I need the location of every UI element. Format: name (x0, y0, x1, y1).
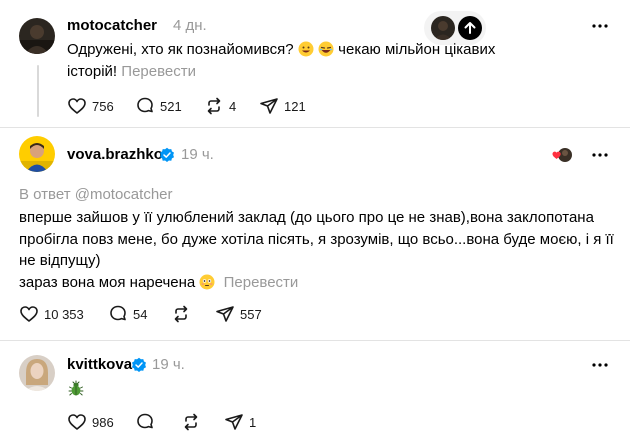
repost-button[interactable] (181, 411, 206, 433)
laughing-emoji-icon (318, 41, 334, 57)
more-dots-icon (592, 24, 608, 28)
like-button[interactable]: 756 (67, 95, 114, 117)
arrow-up-icon (464, 22, 476, 34)
avatar-kvittkova[interactable] (19, 355, 55, 391)
post-time[interactable]: 4 дн. (173, 17, 207, 34)
more-button[interactable] (590, 16, 610, 36)
repost-button[interactable]: 4 (204, 95, 236, 117)
more-button[interactable] (590, 355, 610, 375)
heart-outline-icon (68, 414, 86, 430)
avatar-vova-brazhko[interactable] (19, 136, 55, 172)
more-dots-icon (592, 153, 608, 157)
repost-arrows-icon (207, 97, 221, 115)
share-count: 121 (284, 98, 306, 114)
divider (0, 340, 630, 341)
repost-arrows-icon (174, 305, 188, 323)
reply-count: 521 (160, 98, 182, 114)
comment-bubble-icon (110, 305, 126, 321)
heart-outline-icon (68, 98, 86, 114)
like-count: 10 353 (44, 306, 84, 322)
post-time[interactable]: 19 ч. (181, 146, 214, 163)
flushed-emoji-icon (199, 274, 215, 290)
floating-avatar-thumb[interactable] (431, 16, 455, 40)
share-count: 557 (240, 306, 262, 322)
repost-count: 4 (229, 98, 237, 114)
send-paper-plane-icon (260, 98, 278, 114)
share-button[interactable]: 557 (215, 303, 262, 325)
reply-button[interactable]: 54 (108, 303, 147, 325)
post-text: Одружені, хто як познайомився? чекаю міл… (67, 39, 587, 82)
more-dots-icon (592, 363, 608, 367)
reply-count: 54 (133, 306, 148, 322)
post-text-line: зараз вона моя наречена (19, 273, 196, 291)
reply-button[interactable]: 521 (135, 95, 182, 117)
scroll-top-button[interactable] (458, 16, 482, 40)
like-count: 756 (92, 98, 114, 114)
share-button[interactable]: 121 (259, 95, 306, 117)
post-text-line: пробігла повз мене, бо дуже хотіла пісят… (19, 230, 614, 248)
translate-link[interactable]: Перевести (121, 63, 196, 80)
post-text: вперше зайшов у її улюблений заклад (до … (19, 207, 619, 293)
verified-badge-icon (131, 357, 147, 373)
like-button[interactable]: 986 (67, 411, 114, 433)
share-button[interactable]: 1 (224, 411, 256, 433)
post-text-part: чекаю мільйон цікавих (338, 41, 496, 58)
send-paper-plane-icon (216, 306, 234, 322)
liked-by-author-indicator (551, 146, 575, 164)
share-count: 1 (249, 414, 257, 430)
post-text-line: вперше зайшов у її улюблений заклад (до … (19, 209, 594, 226)
comment-bubble-icon (137, 97, 153, 113)
grinning-emoji-icon (298, 41, 314, 57)
comment-bubble-icon (137, 413, 153, 429)
more-button[interactable] (590, 145, 610, 165)
post-text-line: не відпущу) (19, 252, 101, 269)
like-button[interactable]: 10 353 (19, 303, 84, 325)
like-count: 986 (92, 414, 114, 430)
username-vova-brazhko[interactable]: vova.brazhko (67, 146, 163, 163)
avatar-motocatcher[interactable] (19, 18, 55, 54)
username-kvittkova[interactable]: kvittkova (67, 356, 132, 373)
repost-button[interactable] (171, 303, 196, 325)
heart-outline-icon (20, 306, 38, 322)
reply-button[interactable] (135, 411, 160, 433)
post-time[interactable]: 19 ч. (152, 356, 185, 373)
repost-arrows-icon (184, 413, 198, 431)
translate-link[interactable]: Перевести (224, 274, 299, 291)
thread-line (37, 65, 39, 117)
post-text-part: історій! (67, 62, 118, 80)
username-motocatcher[interactable]: motocatcher (67, 17, 157, 34)
beetle-emoji-icon (67, 379, 85, 397)
reply-to-label[interactable]: В ответ @motocatcher (19, 186, 173, 203)
send-paper-plane-icon (225, 414, 243, 430)
post-text-part: Одружені, хто як познайомився? (67, 41, 294, 58)
divider (0, 127, 630, 128)
verified-badge-icon (159, 147, 175, 163)
